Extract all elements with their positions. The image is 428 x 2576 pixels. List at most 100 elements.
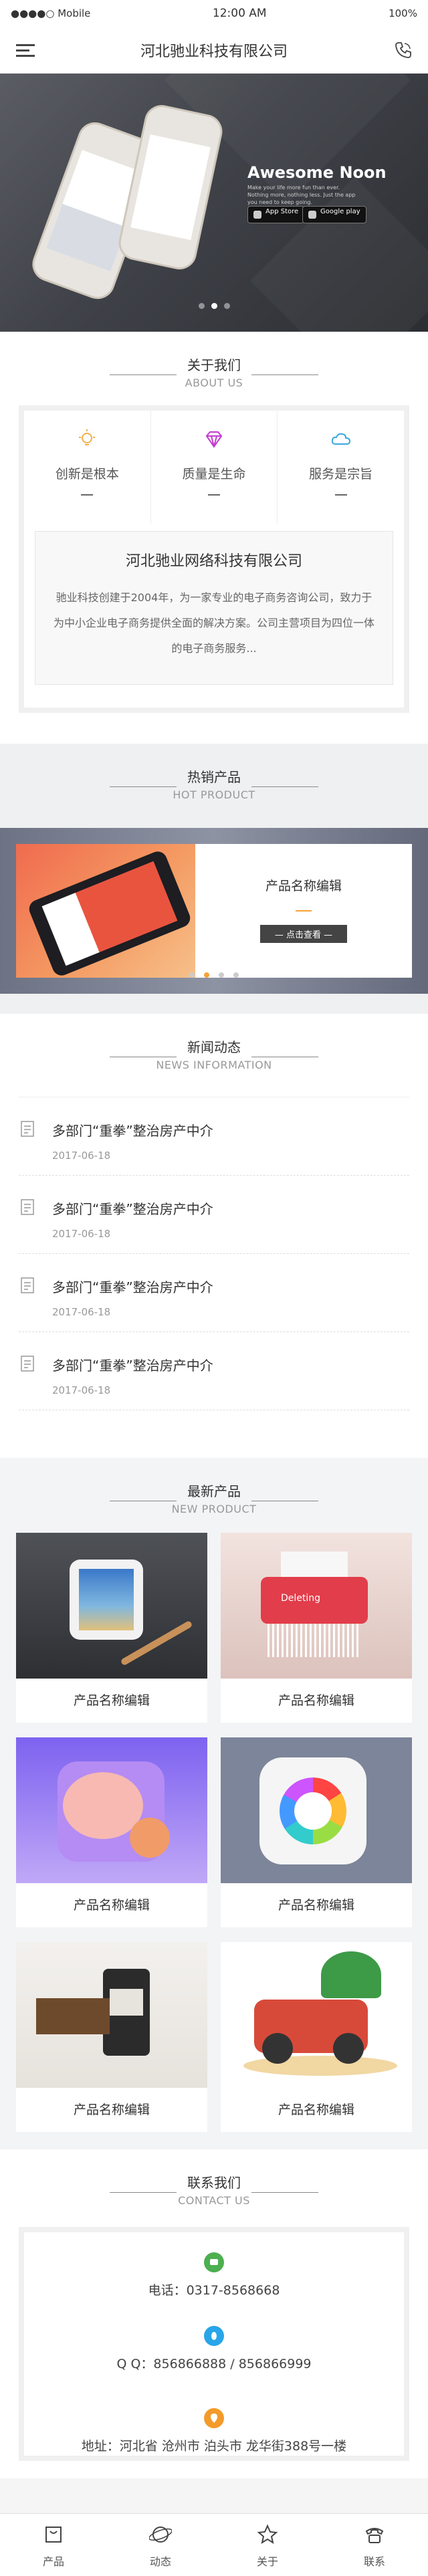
company-name: 河北驰业网络科技有限公司: [125, 553, 302, 570]
hot-product-carousel[interactable]: 产品名称编辑 — 点击查看 —: [0, 828, 428, 994]
banner-subtitle: Make your life more fun than ever. Nothi…: [247, 185, 356, 205]
document-icon: [21, 1356, 34, 1372]
news-title[interactable]: 多部门“重拳”整治房产中介: [52, 1198, 213, 1218]
news-item[interactable]: 多部门“重拳”整治房产中介 2017-06-18: [19, 1176, 409, 1254]
news-item[interactable]: 多部门“重拳”整治房产中介 2017-06-18: [19, 1332, 409, 1410]
feature-service: 服务是宗旨: [278, 411, 404, 524]
pagination-dot[interactable]: [233, 972, 239, 978]
feature-label: 质量是生命: [182, 467, 246, 481]
hot-product-section: 热销产品 HOT PRODUCT 产品名称编辑 — 点击查看 —: [0, 744, 428, 1014]
product-card[interactable]: 产品名称编辑: [16, 1942, 207, 2132]
document-icon: [21, 1277, 34, 1293]
section-subtitle: HOT PRODUCT: [173, 788, 255, 801]
pagination-dot-active[interactable]: [204, 972, 209, 978]
pagination-dot[interactable]: [189, 972, 195, 978]
feature-label: 创新是根本: [55, 467, 119, 481]
tab-contact[interactable]: 联系: [321, 2514, 428, 2576]
carrier-label: ●●●●○ Mobile: [11, 7, 91, 19]
product-name: 产品名称编辑: [278, 2103, 354, 2117]
qq-text[interactable]: Q Q：856866888 / 856866999: [24, 2354, 404, 2372]
product-name: 产品名称编辑: [265, 879, 342, 893]
pagination-dot[interactable]: [198, 303, 205, 309]
pagination-dot-active[interactable]: [211, 303, 217, 309]
news-title[interactable]: 多部门“重拳”整治房产中介: [52, 1120, 213, 1140]
google-play-label: Google play: [320, 208, 360, 215]
news-section: 新闻动态 NEWS INFORMATION 多部门“重拳”整治房产中介 2017…: [0, 1014, 428, 1458]
product-grid: 产品名称编辑 Deleting 产品名称编辑 产品名称编辑 产品名称编辑 产品名…: [16, 1533, 412, 2132]
phone-text[interactable]: 电话：0317-8568668: [24, 2280, 404, 2298]
google-play-badge[interactable]: Google play: [302, 206, 366, 223]
banner-title: Awesome Noon: [247, 163, 387, 182]
news-title[interactable]: 多部门“重拳”整治房产中介: [52, 1277, 213, 1296]
hot-product-image: [16, 844, 195, 978]
bag-icon: [45, 2527, 62, 2543]
app-header: 河北驰业科技有限公司: [0, 27, 428, 74]
contact-section: 联系我们 CONTACT US 电话：0317-8568668 Q Q：8568…: [0, 2149, 428, 2478]
about-section: 关于我们 ABOUT US 创新是根本 质量是生命 服务是宗旨 河北驰业网络科技…: [0, 332, 428, 744]
section-title: 关于我们: [110, 354, 318, 375]
news-item[interactable]: 多部门“重拳”整治房产中介 2017-06-18: [19, 1097, 409, 1176]
app-store-badge[interactable]: App Store: [247, 206, 305, 223]
tab-label: 产品: [42, 2555, 64, 2568]
news-date: 2017-06-18: [52, 1228, 111, 1240]
telephone-icon: [365, 2528, 384, 2543]
app-store-label: App Store: [265, 208, 299, 215]
section-subtitle: ABOUT US: [185, 377, 243, 389]
address-text[interactable]: 地址：河北省 沧州市 泊头市 龙华街388号一楼: [24, 2436, 404, 2454]
product-image: Deleting: [221, 1533, 412, 1679]
new-product-section: 最新产品 NEW PRODUCT 产品名称编辑 Deleting 产品名称编辑: [0, 1458, 428, 2149]
product-name: 产品名称编辑: [73, 1898, 150, 1913]
tab-label: 动态: [149, 2555, 171, 2568]
product-image-text: Deleting: [281, 1593, 321, 1604]
contact-address[interactable]: 地址：河北省 沧州市 泊头市 龙华街388号一楼: [24, 2388, 404, 2470]
tab-products[interactable]: 产品: [0, 2514, 107, 2576]
section-title: 新闻动态: [110, 1037, 318, 1057]
view-button[interactable]: — 点击查看 —: [259, 925, 348, 943]
status-bar: ●●●●○ Mobile 12:00 AM 100%: [0, 0, 428, 27]
pagination-dot[interactable]: [219, 972, 224, 978]
contact-card: 电话：0317-8568668 Q Q：856866888 / 85686699…: [19, 2227, 409, 2461]
hot-product-card[interactable]: 产品名称编辑 — 点击查看 —: [16, 844, 412, 978]
location-pin-icon: [204, 2408, 224, 2428]
product-name: 产品名称编辑: [73, 1693, 150, 1708]
tab-about[interactable]: 关于: [214, 2514, 321, 2576]
product-name: 产品名称编辑: [73, 2103, 150, 2117]
diamond-icon: [205, 431, 223, 448]
product-image: [16, 1533, 207, 1679]
product-card[interactable]: 产品名称编辑: [221, 1737, 412, 1927]
menu-icon[interactable]: [16, 44, 35, 57]
news-date: 2017-06-18: [52, 1306, 111, 1318]
tab-label: 联系: [363, 2555, 385, 2568]
contact-phone[interactable]: 电话：0317-8568668: [24, 2232, 404, 2306]
product-image: [221, 1942, 412, 2088]
page-title: 河北驰业科技有限公司: [140, 43, 288, 60]
product-image: [221, 1737, 412, 1883]
carousel-pagination[interactable]: [0, 972, 428, 978]
product-name: 产品名称编辑: [278, 1693, 354, 1708]
about-card: 创新是根本 质量是生命 服务是宗旨 河北驰业网络科技有限公司 驰业科技创建于20…: [19, 405, 409, 713]
cloud-icon: [331, 433, 350, 445]
news-date: 2017-06-18: [52, 1150, 111, 1162]
feature-label: 服务是宗旨: [309, 467, 373, 481]
phone-call-icon[interactable]: [393, 40, 413, 60]
tab-news[interactable]: 动态: [107, 2514, 214, 2576]
phone-mockup-image: [115, 102, 226, 273]
product-card[interactable]: Deleting 产品名称编辑: [221, 1533, 412, 1723]
news-title[interactable]: 多部门“重拳”整治房产中介: [52, 1355, 213, 1374]
document-icon: [21, 1199, 34, 1215]
lightbulb-icon: [79, 429, 96, 445]
product-card[interactable]: 产品名称编辑: [221, 1942, 412, 2132]
product-card[interactable]: 产品名称编辑: [16, 1533, 207, 1723]
news-item[interactable]: 多部门“重拳”整治房产中介 2017-06-18: [19, 1254, 409, 1332]
phone-icon: [204, 2252, 224, 2272]
pagination-dot[interactable]: [223, 303, 230, 309]
hero-banner[interactable]: Awesome Noon Make your life more fun tha…: [0, 74, 428, 332]
banner-pagination[interactable]: [0, 303, 428, 309]
contact-qq[interactable]: Q Q：856866888 / 856866999: [24, 2306, 404, 2388]
qq-icon: [204, 2326, 224, 2346]
tab-label: 关于: [256, 2555, 278, 2568]
section-subtitle: NEW PRODUCT: [171, 1503, 257, 1515]
product-card[interactable]: 产品名称编辑: [16, 1737, 207, 1927]
section-title: 热销产品: [110, 766, 318, 787]
battery-label: 100%: [389, 7, 417, 19]
